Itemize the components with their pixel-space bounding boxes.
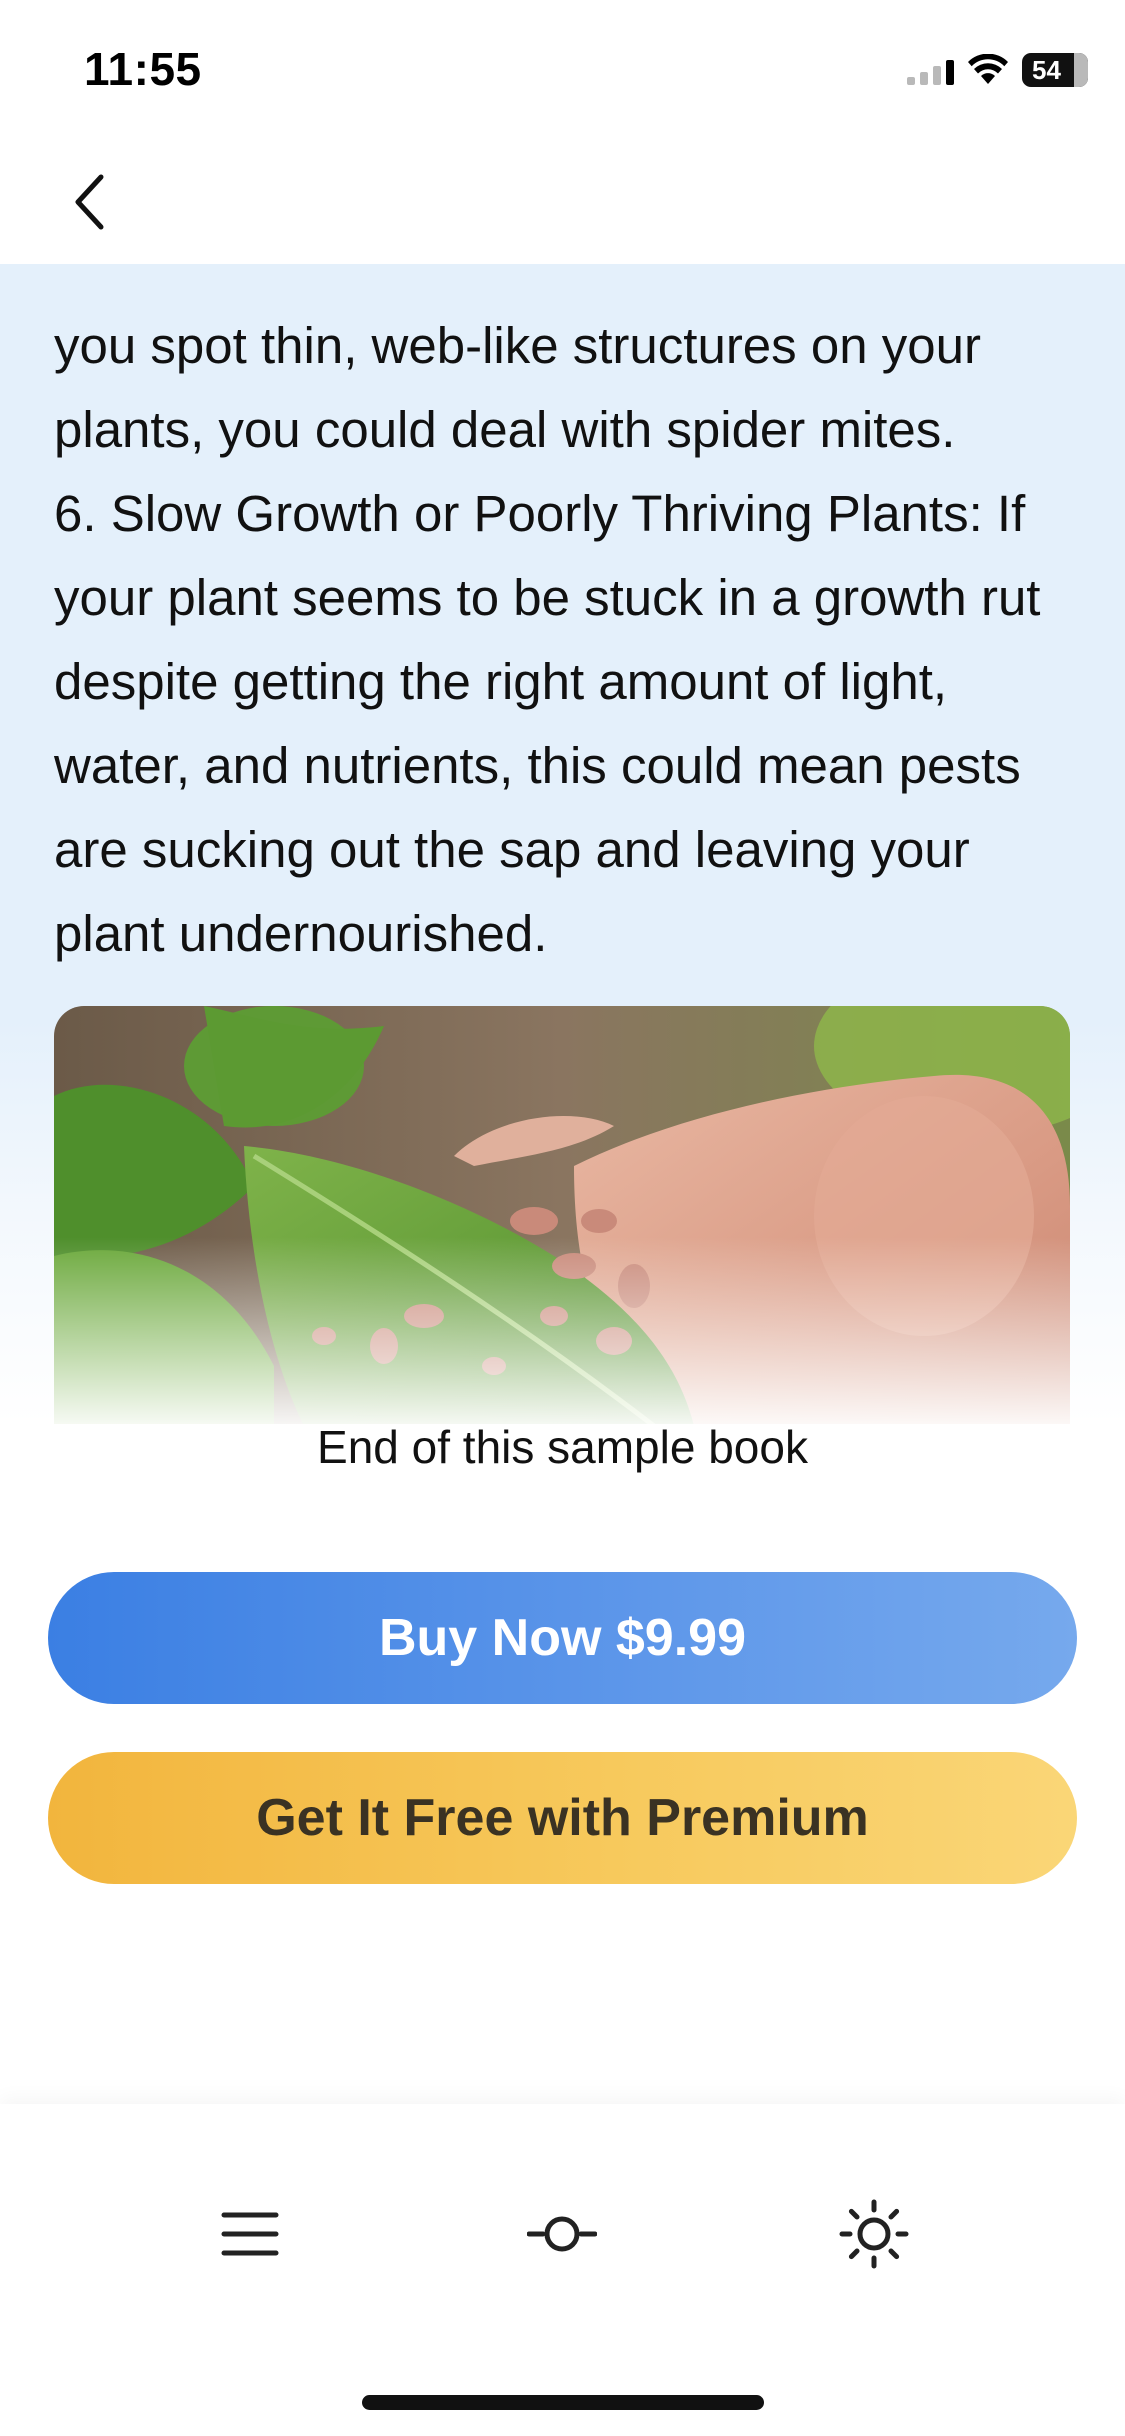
get-free-premium-button[interactable]: Get It Free with Premium — [48, 1752, 1077, 1884]
text-clipped-line — [54, 264, 1084, 304]
status-time: 11:55 — [84, 43, 202, 95]
paragraph-2: 6. Slow Growth or Poorly Thriving Plants… — [54, 485, 1041, 962]
wifi-icon — [968, 54, 1008, 84]
menu-button[interactable] — [200, 2184, 300, 2284]
book-text: you spot thin, web-like structures on yo… — [54, 264, 1084, 976]
back-button[interactable] — [50, 162, 130, 242]
status-icons: 54 — [907, 48, 1088, 92]
cellular-signal-icon — [907, 55, 954, 85]
battery-icon: 54 — [1022, 53, 1088, 87]
reader-toolbar — [0, 2104, 1125, 2436]
paragraph-1: you spot thin, web-like structures on yo… — [54, 317, 981, 458]
brightness-button[interactable] — [824, 2184, 924, 2284]
buy-now-button[interactable]: Buy Now $9.99 — [48, 1572, 1077, 1704]
status-bar: 11:55 54 — [0, 0, 1125, 140]
nav-bar — [0, 140, 1125, 264]
home-indicator — [362, 2395, 764, 2410]
chevron-left-icon — [75, 174, 104, 230]
end-of-sample-label: End of this sample book — [317, 1421, 808, 1473]
menu-icon — [221, 2212, 279, 2256]
brightness-icon — [839, 2199, 909, 2269]
progress-button[interactable] — [512, 2184, 612, 2284]
leaf-damage-photo — [54, 1006, 1070, 1424]
reader-content: you spot thin, web-like structures on yo… — [0, 264, 1125, 1424]
battery-level: 54 — [1032, 54, 1061, 85]
slider-icon — [527, 2216, 597, 2252]
